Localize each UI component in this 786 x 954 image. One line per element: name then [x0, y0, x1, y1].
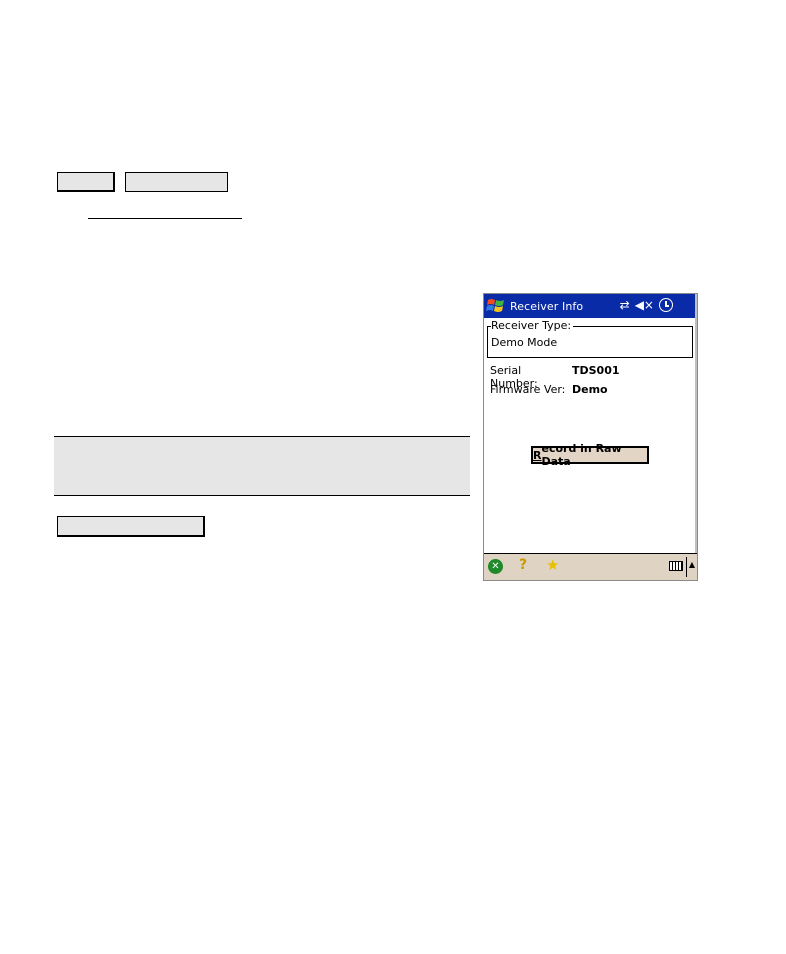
document-shaded-band — [54, 436, 470, 496]
close-icon[interactable]: ✕ — [488, 559, 503, 574]
title-bar: Receiver Info ⇄ ◀× — [484, 294, 697, 318]
document-placeholder-box — [57, 516, 205, 537]
firmware-row: Firmware Ver: Demo — [490, 383, 608, 396]
receiver-type-value: Demo Mode — [491, 336, 558, 349]
keyboard-icon[interactable] — [669, 561, 683, 571]
windows-logo-icon — [486, 299, 504, 312]
sip-separator — [686, 557, 687, 577]
record-button-mnemonic: R — [533, 448, 542, 462]
receiver-type-label: Receiver Type: — [491, 319, 574, 332]
document-placeholder-box — [57, 172, 115, 192]
help-icon[interactable]: ? — [519, 557, 527, 573]
start-menu-button[interactable] — [485, 296, 507, 316]
connectivity-icon[interactable]: ⇄ — [620, 297, 630, 313]
device-screen: Receiver Info ⇄ ◀× Receiver Type: Demo M… — [483, 293, 698, 581]
document-placeholder-box — [125, 172, 228, 192]
volume-muted-icon[interactable]: ◀× — [635, 297, 654, 313]
firmware-value: Demo — [572, 383, 608, 396]
taskbar: ✕ ? ★ ▲ — [484, 553, 697, 580]
system-tray: ⇄ ◀× — [620, 297, 673, 313]
favorites-icon[interactable]: ★ — [546, 556, 559, 574]
clock-icon[interactable] — [659, 298, 673, 312]
document-rule-line — [88, 218, 242, 219]
record-raw-data-button[interactable]: Record in Raw Data — [531, 442, 649, 468]
app-title: Receiver Info — [510, 299, 584, 313]
scrollbar-edge — [695, 294, 697, 580]
firmware-label: Firmware Ver: — [490, 383, 566, 396]
record-button-label: ecord in Raw Data — [541, 442, 622, 468]
receiver-type-group: Receiver Type: Demo Mode — [487, 319, 693, 358]
sip-menu-arrow-icon[interactable]: ▲ — [689, 560, 695, 569]
